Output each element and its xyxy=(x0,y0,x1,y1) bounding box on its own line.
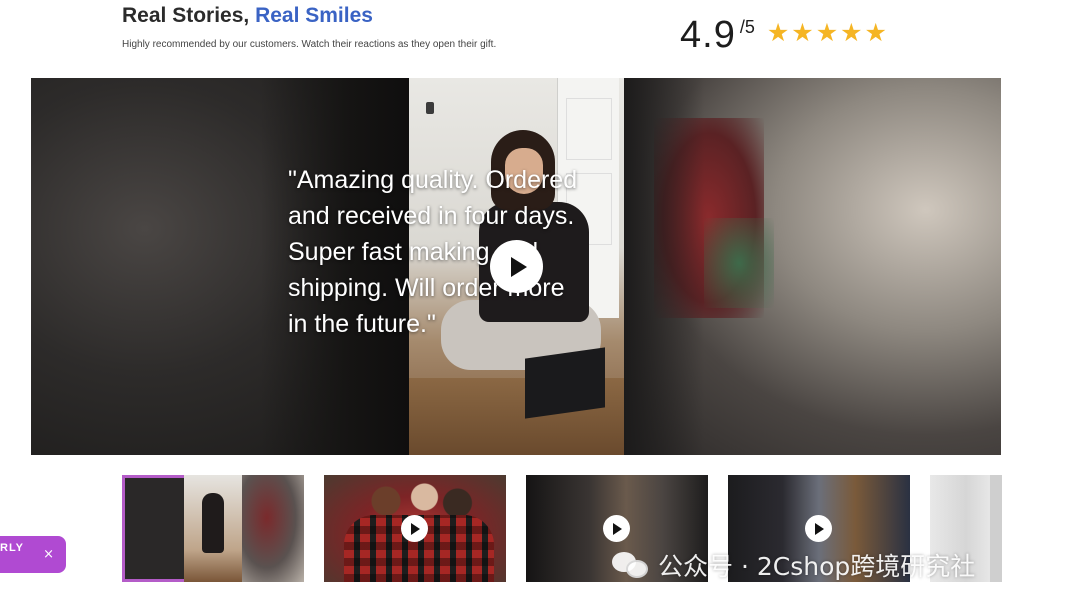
video-blur-right xyxy=(624,78,1001,455)
play-button[interactable] xyxy=(490,240,543,293)
rating-score: 4.9 xyxy=(680,14,736,56)
watermark-text: 公众号 · 2Cshop跨境研究社 xyxy=(658,552,976,581)
wechat-icon xyxy=(612,550,650,580)
wall-switch xyxy=(426,102,434,114)
play-button-small[interactable] xyxy=(805,515,832,542)
promo-label[interactable]: RLY xyxy=(0,542,24,554)
play-button-small[interactable] xyxy=(603,515,630,542)
section-subheading: Highly recommended by our customers. Wat… xyxy=(122,39,497,50)
star-icon: ★ xyxy=(791,18,814,47)
video-thumbnail-1[interactable] xyxy=(122,475,304,582)
star-rating: ★ ★ ★ ★ ★ xyxy=(767,20,889,45)
play-button-small[interactable] xyxy=(401,515,428,542)
star-icon: ★ xyxy=(864,18,887,47)
promo-tab[interactable]: RLY × xyxy=(0,536,66,573)
featured-video[interactable]: "Amazing quality. Ordered and received i… xyxy=(31,78,1001,455)
star-icon: ★ xyxy=(766,18,790,47)
rating-summary: 4.9 /5 ★ ★ ★ ★ ★ xyxy=(680,14,889,57)
gift-box xyxy=(525,347,605,419)
heading-text: Real Stories, xyxy=(122,4,256,27)
play-icon xyxy=(815,522,824,535)
video-thumbnail-2[interactable] xyxy=(324,475,506,582)
section-heading: Real Stories, Real Smiles xyxy=(122,4,373,28)
star-icon: ★ xyxy=(815,18,839,47)
play-icon xyxy=(411,522,420,535)
play-icon xyxy=(613,522,622,535)
heading-accent-text: Real Smiles xyxy=(255,4,373,27)
watermark: 公众号 · 2Cshop跨境研究社 xyxy=(612,547,975,583)
play-icon xyxy=(510,256,527,277)
star-icon: ★ xyxy=(840,18,863,47)
rating-out-of: /5 xyxy=(739,17,755,37)
close-icon[interactable]: × xyxy=(43,547,54,562)
